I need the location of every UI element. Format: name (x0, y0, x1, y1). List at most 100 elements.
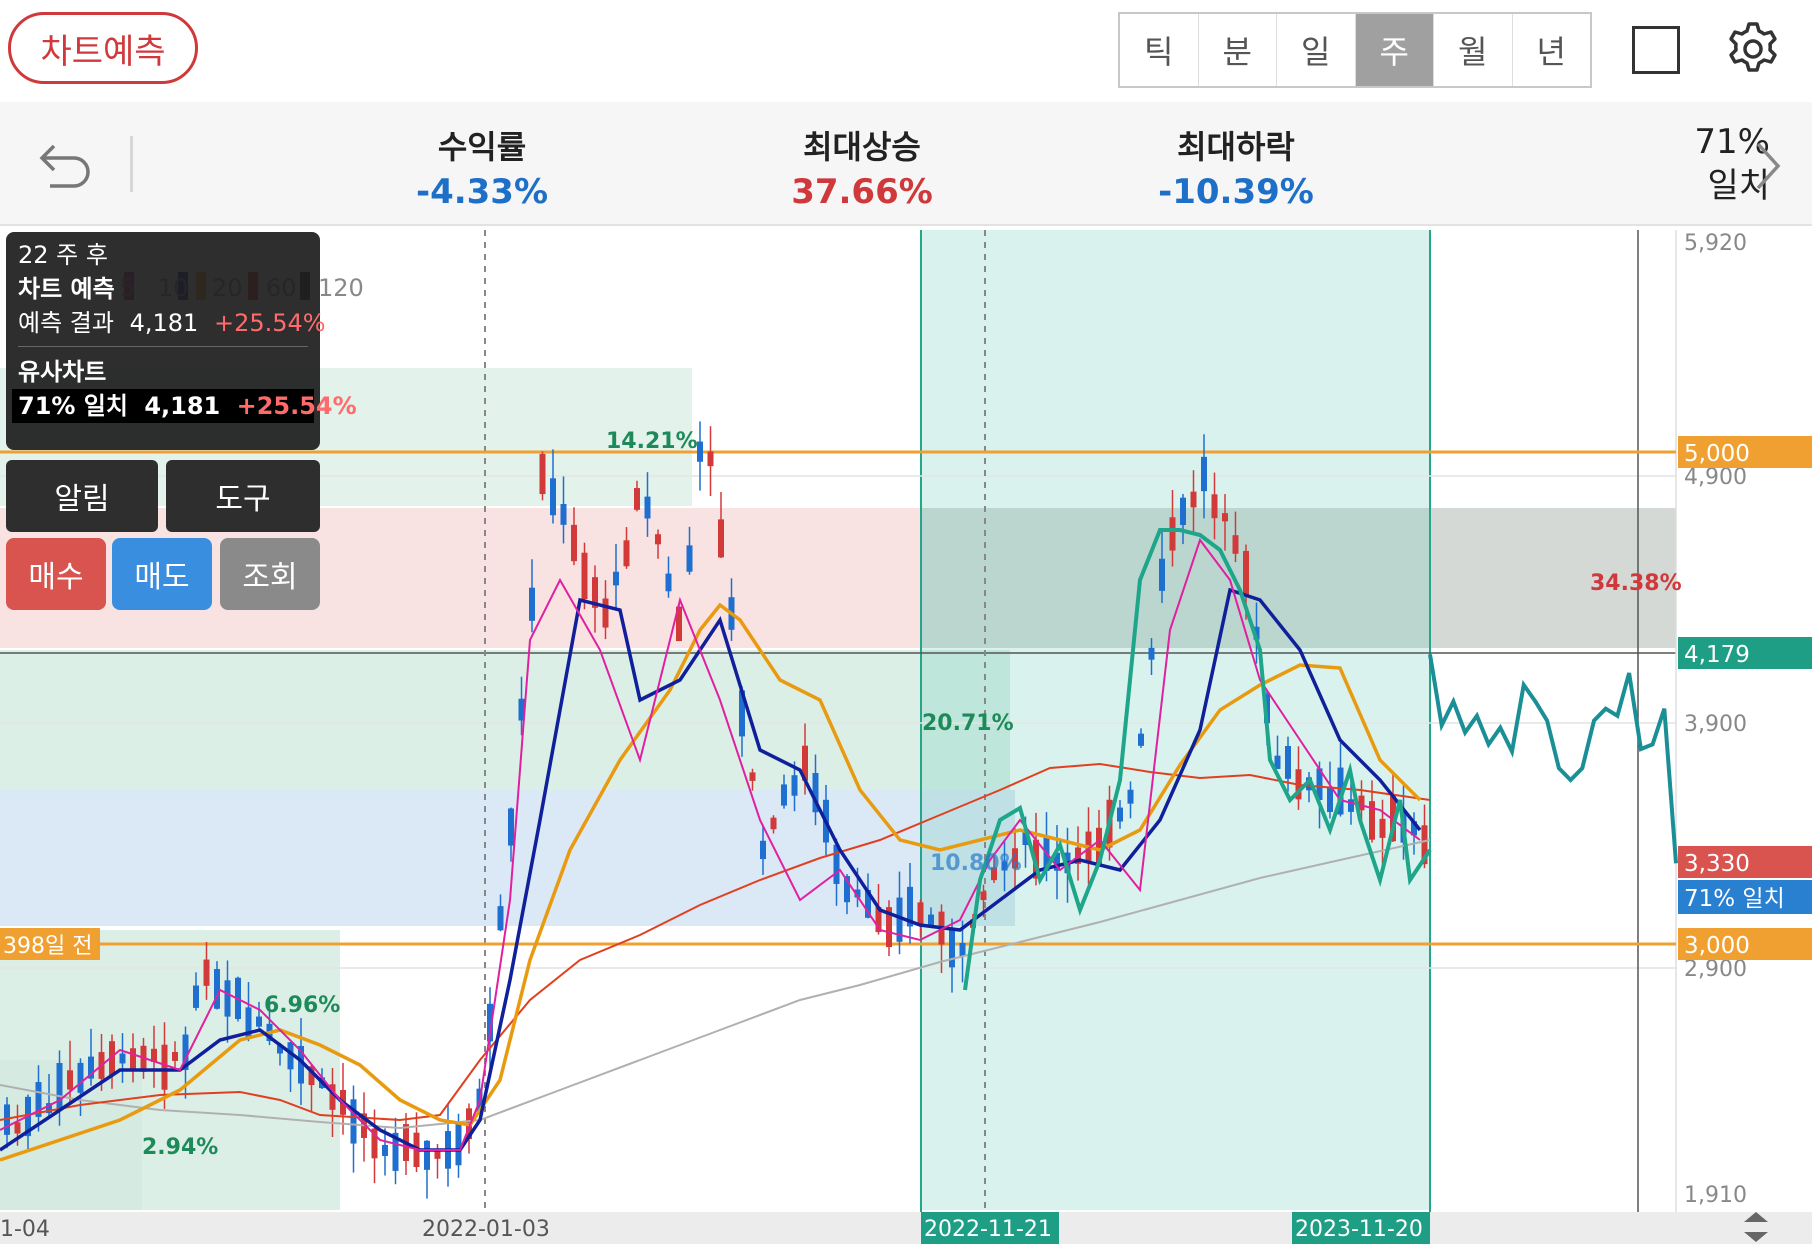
similar-pct: +25.54% (236, 392, 357, 420)
candle-body (1148, 647, 1155, 660)
candle-body (949, 930, 955, 968)
x-axis-bar (0, 1212, 1812, 1244)
candle-body (644, 496, 651, 519)
annotation-34: 34.38% (1590, 571, 1682, 596)
top-bar: 차트예측 틱 분 일 주 월 년 (0, 0, 1812, 102)
candle-body (770, 817, 777, 830)
period-minute[interactable]: 분 (1199, 14, 1277, 86)
candle-body (193, 985, 199, 1008)
candle-body (350, 1099, 357, 1144)
candle-body (1169, 517, 1176, 551)
forecast-row: 예측 결과 4,181 +25.54% (18, 306, 326, 340)
forecast-info-panel: 22 주 후 차트 예측 예측 결과 4,181 +25.54% 유사차트 71… (6, 232, 357, 450)
candle-body (508, 808, 514, 846)
candle-body (686, 545, 693, 572)
candle-body (718, 519, 724, 558)
candle-body (707, 451, 714, 467)
candle-body (214, 969, 220, 1009)
price-tag-3330-label: 3,330 (1684, 851, 1750, 877)
y-tick-5920: 5,920 (1684, 231, 1747, 256)
sell-button[interactable]: 매도 (112, 538, 212, 610)
period-week[interactable]: 주 (1355, 14, 1434, 86)
candle-body (497, 906, 504, 931)
candle-body (1327, 787, 1333, 812)
forecast-pct: +25.54% (213, 309, 326, 337)
candle-body (539, 453, 546, 495)
candle-body (781, 784, 787, 806)
candle-body (1243, 550, 1249, 596)
candle-body (1180, 497, 1186, 525)
candle-body (613, 571, 619, 586)
return-value: -4.33% (415, 172, 549, 212)
candle-body (1285, 745, 1291, 779)
max-up-value: 37.66% (791, 172, 933, 212)
max-up-stat: 최대상승 37.66% (742, 122, 982, 212)
y-tick-3900: 3,900 (1684, 712, 1747, 737)
view-button[interactable]: 조회 (220, 538, 320, 610)
zone-green-mid (0, 650, 1010, 790)
candle-body (224, 980, 231, 1017)
candle-body (382, 1144, 388, 1156)
annotation-20: 20.71% (922, 711, 1014, 736)
candle-body (1222, 513, 1228, 522)
x-tag-end-label: 2023-11-20 (1295, 1217, 1423, 1242)
candle-body (172, 1051, 178, 1061)
period-selector: 틱 분 일 주 월 년 (1118, 12, 1592, 88)
alarm-button[interactable]: 알림 (6, 460, 158, 532)
square-icon[interactable] (1632, 26, 1680, 74)
tools-button[interactable]: 도구 (166, 460, 320, 532)
chart-predict-button[interactable]: 차트예측 (8, 12, 198, 84)
annotation-6: 6.96% (264, 993, 340, 1018)
candle-body (1117, 807, 1123, 822)
candle-body (14, 1122, 21, 1134)
candle-body (529, 587, 535, 621)
candle-body (749, 772, 756, 781)
max-down-stat: 최대하락 -10.39% (1116, 122, 1356, 212)
candle-body (1138, 733, 1144, 746)
candle-body (1232, 535, 1239, 554)
period-tick[interactable]: 틱 (1120, 14, 1199, 86)
period-month[interactable]: 월 (1434, 14, 1513, 86)
period-year[interactable]: 년 (1513, 14, 1591, 86)
max-down-label: 최대하락 (1177, 128, 1295, 166)
candle-body (550, 478, 556, 516)
candle-body (455, 1124, 462, 1166)
similar-row: 71% 일치 4,181 +25.54% (12, 389, 357, 423)
candle-body (917, 902, 924, 925)
candle-body (760, 840, 766, 860)
candle-body (119, 1053, 126, 1064)
undo-icon[interactable] (36, 136, 96, 192)
candle-body (560, 504, 567, 525)
chevron-right-icon[interactable] (1748, 138, 1788, 194)
candle-body (665, 573, 672, 592)
return-label: 수익률 (437, 128, 527, 166)
return-stat: 수익률 -4.33% (362, 122, 602, 212)
candle-body (1190, 491, 1197, 508)
candle-body (980, 891, 987, 901)
similar-title: 유사차트 (18, 358, 107, 386)
candle-body (130, 1048, 136, 1070)
forecast-label: 예측 결과 (18, 309, 114, 337)
annotation-10: 10.80% (930, 851, 1022, 876)
annotation-2: 2.94% (142, 1135, 218, 1160)
gear-icon[interactable] (1724, 20, 1782, 78)
buy-button[interactable]: 매수 (6, 538, 106, 610)
days-ago-label: 398일 전 (3, 934, 92, 959)
candle-body (697, 441, 703, 462)
candle-body (581, 552, 588, 600)
price-tag-3000-label: 3,000 (1684, 933, 1750, 959)
period-day[interactable]: 일 (1277, 14, 1356, 86)
price-tag-5000-label: 5,000 (1684, 441, 1750, 467)
candle-body (623, 540, 630, 567)
candle-body (161, 1044, 168, 1090)
forecast-title: 차트 예측 (18, 275, 115, 303)
candle-body (634, 488, 640, 510)
svg-text:120: 120 (318, 274, 364, 302)
weeks-after: 22 주 후 (18, 241, 108, 269)
y-tick-4900: 4,900 (1684, 465, 1747, 490)
candle-body (256, 1016, 262, 1027)
candle-body (959, 942, 966, 957)
candle-body (1159, 558, 1165, 591)
candle-body (655, 534, 661, 545)
forecast-price: 4,181 (129, 309, 199, 337)
